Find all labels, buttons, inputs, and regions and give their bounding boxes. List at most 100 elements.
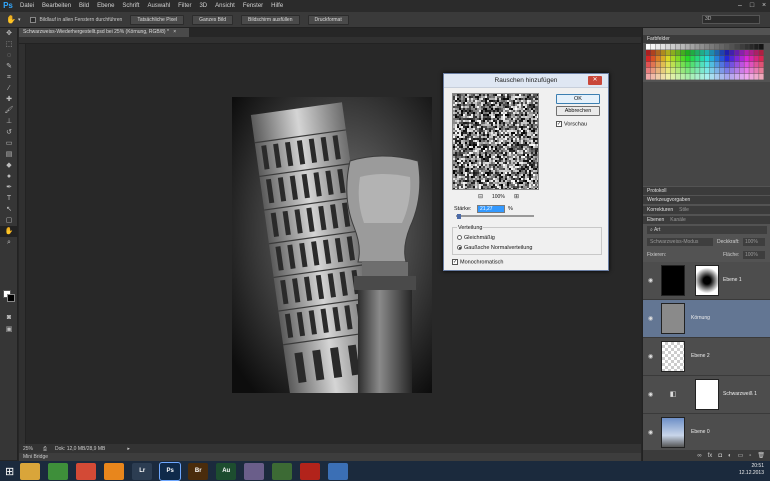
- swatch-cell[interactable]: [754, 44, 759, 50]
- adjustment-icon[interactable]: ◐: [728, 453, 732, 459]
- hand-tool-icon[interactable]: ✋: [6, 15, 16, 24]
- swatch-cell[interactable]: [700, 74, 705, 80]
- swatch-cell[interactable]: [734, 62, 740, 68]
- swatch-cell[interactable]: [744, 50, 749, 56]
- photoshop-icon[interactable]: Ps: [159, 461, 182, 481]
- swatch-cell[interactable]: [665, 62, 671, 68]
- tab-styles[interactable]: Stile: [679, 206, 689, 214]
- healing-tool-icon[interactable]: ✚: [0, 94, 18, 105]
- swatch-cell[interactable]: [685, 62, 690, 68]
- fill-screen-button[interactable]: Bildschirm ausfüllen: [241, 14, 300, 25]
- swatch-cell[interactable]: [749, 74, 754, 80]
- uniform-radio[interactable]: [457, 235, 462, 241]
- tab-swatches[interactable]: Farbfelder: [647, 35, 670, 43]
- hand-tool-icon[interactable]: ✋: [0, 226, 18, 237]
- swatch-cell[interactable]: [650, 68, 656, 74]
- swatch-cell[interactable]: [680, 62, 685, 68]
- path-select-tool-icon[interactable]: ↖: [0, 204, 18, 215]
- swatch-cell[interactable]: [739, 44, 744, 50]
- swatch-cell[interactable]: [670, 50, 676, 56]
- pen-tool-icon[interactable]: ✒: [0, 182, 18, 193]
- swatch-cell[interactable]: [695, 62, 700, 68]
- swatch-cell[interactable]: [744, 74, 749, 80]
- lasso-tool-icon[interactable]: ◌: [0, 50, 18, 61]
- swatch-cell[interactable]: [680, 56, 685, 62]
- swatch-cell[interactable]: [695, 68, 700, 74]
- swatch-cell[interactable]: [655, 62, 661, 68]
- swatch-cell[interactable]: [759, 62, 764, 68]
- monochrome-checkbox[interactable]: ✓: [452, 259, 458, 265]
- swatch-cell[interactable]: [675, 62, 681, 68]
- swatch-cell[interactable]: [749, 44, 754, 50]
- preview-checkbox[interactable]: ✓: [556, 121, 562, 127]
- swatch-cell[interactable]: [749, 56, 754, 62]
- swatch-cell[interactable]: [739, 74, 744, 80]
- minimize-button[interactable]: –: [734, 0, 746, 12]
- tab-channels[interactable]: Kanäle: [670, 216, 686, 224]
- swatch-cell[interactable]: [705, 62, 710, 68]
- swatch-cell[interactable]: [650, 44, 656, 50]
- swatch-cell[interactable]: [700, 44, 705, 50]
- swatch-cell[interactable]: [734, 56, 740, 62]
- swatch-cell[interactable]: [709, 62, 715, 68]
- scroll-all-checkbox[interactable]: [30, 16, 37, 23]
- eraser-tool-icon[interactable]: ▭: [0, 138, 18, 149]
- swatch-cell[interactable]: [695, 74, 700, 80]
- swatch-cell[interactable]: [675, 68, 681, 74]
- swatch-cell[interactable]: [739, 50, 744, 56]
- add-mask-icon[interactable]: ◘: [718, 453, 722, 459]
- swatch-cell[interactable]: [744, 56, 749, 62]
- swatch-cell[interactable]: [709, 68, 715, 74]
- swatch-cell[interactable]: [670, 62, 676, 68]
- print-size-button[interactable]: Druckformat: [307, 14, 349, 25]
- layer-row-ebene-2[interactable]: ◉ Ebene 2: [643, 338, 770, 376]
- swatch-cell[interactable]: [700, 62, 705, 68]
- swatch-cell[interactable]: [660, 50, 666, 56]
- swatch-cell[interactable]: [646, 62, 651, 68]
- quick-select-tool-icon[interactable]: ✎: [0, 61, 18, 72]
- menu-datei[interactable]: Datei: [16, 3, 38, 9]
- swatch-cell[interactable]: [744, 68, 749, 74]
- menu-ebene[interactable]: Ebene: [93, 3, 118, 9]
- swatch-cell[interactable]: [680, 68, 685, 74]
- swatch-cell[interactable]: [739, 68, 744, 74]
- swatch-cell[interactable]: [705, 44, 710, 50]
- swatch-cell[interactable]: [660, 44, 666, 50]
- swatch-cell[interactable]: [700, 68, 705, 74]
- app-green-icon[interactable]: [48, 462, 69, 480]
- swatch-cell[interactable]: [660, 62, 666, 68]
- swatch-cell[interactable]: [729, 56, 735, 62]
- layer-mask-thumbnail[interactable]: [695, 379, 719, 410]
- swatch-cell[interactable]: [695, 50, 700, 56]
- opacity-input[interactable]: 100%: [743, 238, 765, 246]
- swatch-cell[interactable]: [660, 74, 666, 80]
- dialog-close-button[interactable]: ✕: [588, 76, 602, 85]
- background-color-swatch[interactable]: [7, 294, 15, 302]
- swatch-cell[interactable]: [685, 44, 690, 50]
- swatch-cell[interactable]: [734, 74, 740, 80]
- swatch-cell[interactable]: [705, 56, 710, 62]
- document-canvas-image[interactable]: [232, 97, 432, 393]
- swatch-cell[interactable]: [660, 56, 666, 62]
- layer-row-schwarzweiss-1[interactable]: ◉ ◧ Schwarzweiß 1: [643, 376, 770, 414]
- swatch-cell[interactable]: [759, 50, 764, 56]
- history-brush-tool-icon[interactable]: ↺: [0, 127, 18, 138]
- zoom-out-icon[interactable]: ⊟: [478, 193, 483, 200]
- swatch-cell[interactable]: [744, 62, 749, 68]
- swatch-cell[interactable]: [759, 74, 764, 80]
- close-icon[interactable]: ×: [173, 29, 176, 35]
- amount-slider-handle[interactable]: [457, 214, 461, 219]
- type-tool-icon[interactable]: T: [0, 193, 18, 204]
- app-people-icon[interactable]: [244, 462, 265, 480]
- swatch-cell[interactable]: [646, 74, 651, 80]
- swatch-cell[interactable]: [714, 50, 720, 56]
- trash-icon[interactable]: 🗑: [757, 452, 765, 459]
- swatch-cell[interactable]: [695, 56, 700, 62]
- app-globe-icon[interactable]: [328, 462, 349, 480]
- dodge-tool-icon[interactable]: ●: [0, 171, 18, 182]
- swatch-cell[interactable]: [650, 50, 656, 56]
- chrome-icon[interactable]: [76, 462, 97, 480]
- swatch-cell[interactable]: [729, 62, 735, 68]
- swatch-cell[interactable]: [650, 56, 656, 62]
- swatch-cell[interactable]: [724, 44, 730, 50]
